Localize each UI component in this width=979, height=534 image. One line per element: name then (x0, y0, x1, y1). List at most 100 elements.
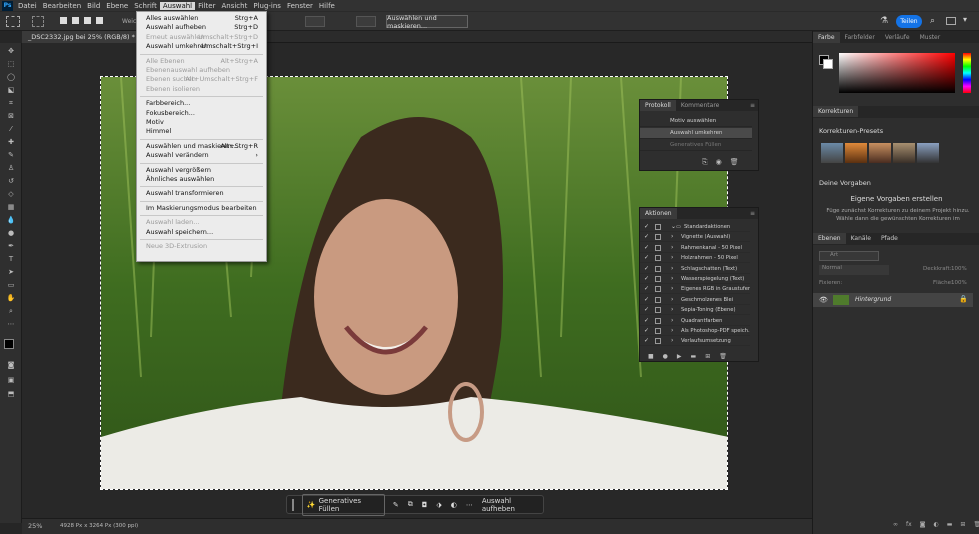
select-and-mask-button[interactable]: Auswählen und maskieren... (386, 14, 468, 30)
preset-thumb[interactable] (917, 143, 939, 163)
blur-icon[interactable]: 💧 (6, 216, 16, 224)
check-icon[interactable]: ✓ (644, 264, 649, 273)
dodge-icon[interactable]: ● (6, 229, 16, 237)
color-field[interactable] (839, 53, 955, 93)
workspace-menu-icon[interactable]: ▾ (963, 15, 967, 24)
trash-icon[interactable]: 🗑 (730, 158, 739, 167)
trash-icon[interactable]: 🗑 (973, 521, 979, 528)
healing-icon[interactable]: ✚ (6, 138, 16, 146)
check-icon[interactable]: ✓ (644, 326, 649, 335)
menu-item[interactable]: Auswählen und maskieren... Alt+Strg+R (146, 142, 260, 151)
tab-ebenen[interactable]: Ebenen (813, 233, 846, 244)
lasso-icon[interactable]: ◯ (6, 73, 16, 81)
history-brush-icon[interactable]: ↺ (6, 177, 16, 185)
eraser-icon[interactable]: ◇ (6, 190, 16, 198)
check-icon[interactable]: ✓ (644, 284, 649, 293)
tab-korrekturen[interactable]: Korrekturen (813, 106, 859, 117)
add-selection-icon[interactable] (72, 17, 79, 24)
menu-plug-ins[interactable]: Plug-ins (250, 2, 284, 10)
menu-item[interactable]: Himmel (146, 127, 260, 136)
preset-thumb[interactable] (821, 143, 843, 163)
workspace-icon[interactable] (946, 17, 956, 25)
dialog-toggle-icon[interactable] (655, 276, 661, 282)
chevron-right-icon[interactable]: › (671, 243, 673, 252)
menu-item[interactable]: Motiv (146, 118, 260, 127)
action-row[interactable]: ✓ › Eigenes RGB in Graustufen (640, 284, 750, 295)
invert-icon[interactable]: ⧉ (408, 500, 413, 509)
search-icon[interactable]: ⌕ (930, 16, 935, 26)
dialog-toggle-icon[interactable] (655, 296, 661, 303)
change-screen-icon[interactable]: ⬒ (6, 390, 16, 398)
fx-icon[interactable]: fx (906, 521, 912, 528)
new-selection-icon[interactable] (60, 17, 67, 24)
generative-fill-button[interactable]: ✨ Generatives Füllen (301, 493, 385, 516)
height-field[interactable] (356, 16, 376, 27)
check-icon[interactable]: ✓ (644, 305, 649, 314)
adjustment-icon[interactable]: ◐ (934, 521, 939, 528)
action-row[interactable]: ✓ › Vignette (Auswahl) (640, 232, 750, 243)
dialog-toggle-icon[interactable] (655, 338, 661, 345)
fill-icon[interactable]: ◐ (451, 501, 457, 509)
history-row[interactable]: Motiv auswählen (640, 116, 752, 127)
document-tab[interactable]: _DSC2332.jpg bei 25% (RGB/8) * × (22, 31, 145, 43)
group-icon[interactable]: ▬ (947, 521, 953, 528)
rectangle-icon[interactable]: ▭ (6, 281, 16, 289)
action-row[interactable]: ✓ › Quadrantfarben (640, 316, 750, 326)
tab-farbe[interactable]: Farbe (813, 31, 840, 43)
menu-item[interactable]: Auswahl verändern › (146, 151, 260, 160)
dialog-toggle-icon[interactable] (655, 244, 661, 251)
preset-thumb[interactable] (845, 143, 867, 163)
new-action-icon[interactable]: ⊞ (705, 353, 710, 360)
snapshot-icon[interactable]: ⎘ (702, 158, 708, 167)
chevron-right-icon[interactable]: › (671, 253, 673, 262)
fill-value[interactable]: 100% (951, 280, 967, 286)
crop-icon[interactable]: ⌗ (6, 99, 16, 107)
preset-thumb[interactable] (869, 143, 891, 163)
marquee-icon[interactable]: ⬚ (6, 60, 16, 68)
mask-add-icon[interactable]: ◙ (920, 521, 926, 528)
menu-item[interactable]: Alles auswählen Strg+A (146, 14, 260, 23)
stop-icon[interactable]: ■ (648, 353, 654, 360)
chevron-right-icon[interactable]: › (671, 305, 673, 314)
object-select-icon[interactable]: ⬕ (6, 86, 16, 94)
action-row[interactable]: ✓ › Rahmenkanal - 50 Pixel (640, 243, 750, 253)
tab-protokoll[interactable]: Protokoll (640, 100, 676, 111)
eye-icon[interactable]: 👁 (819, 296, 828, 304)
eyedropper-icon[interactable]: ⁄ (6, 125, 16, 133)
background-swatch[interactable] (823, 59, 833, 69)
camera-icon[interactable]: ◉ (716, 158, 722, 167)
intersect-selection-icon[interactable] (96, 17, 103, 24)
stamp-icon[interactable]: ♙ (6, 164, 16, 172)
deine-vorgaben-label[interactable]: Deine Vorgaben (813, 179, 871, 187)
menu-auswahl[interactable]: Auswahl (159, 1, 196, 10)
action-row[interactable]: ✓ ⌄ ▭ Standardaktionen (640, 222, 750, 232)
tab-farbfelder[interactable]: Farbfelder (840, 32, 880, 43)
preset-thumb[interactable] (893, 143, 915, 163)
new-set-icon[interactable]: ▬ (691, 353, 697, 360)
dialog-toggle-icon[interactable] (655, 286, 661, 293)
history-row[interactable]: Auswahl umkehren (640, 128, 752, 139)
dialog-toggle-icon[interactable] (655, 265, 661, 272)
panel-menu-icon[interactable]: ≡ (750, 210, 755, 217)
dialog-toggle-icon[interactable] (655, 317, 661, 324)
action-row[interactable]: ✓ › Holzrahmen - 50 Pixel (640, 253, 750, 264)
menu-hilfe[interactable]: Hilfe (316, 2, 338, 10)
mask-icon[interactable]: ◘ (422, 501, 428, 509)
flask-icon[interactable]: ⚗ (880, 16, 888, 26)
action-row[interactable]: ✓ › Als Photoshop-PDF speich... (640, 326, 750, 336)
action-row[interactable]: ✓ › Sepia-Toning (Ebene) (640, 305, 750, 316)
foreground-color-swatch[interactable] (4, 339, 14, 349)
marquee-tool-icon[interactable] (6, 16, 20, 27)
pen-icon[interactable]: ✒ (6, 242, 16, 250)
check-icon[interactable]: ✓ (644, 295, 649, 304)
gradient-icon[interactable]: ▦ (6, 203, 16, 211)
trash-icon[interactable]: 🗑 (719, 353, 727, 360)
transform-icon[interactable]: ⬗ (436, 501, 441, 509)
link-icon[interactable]: ∞ (893, 521, 898, 528)
chevron-right-icon[interactable]: › (671, 326, 673, 335)
menu-item[interactable]: Fokusbereich... (146, 109, 260, 118)
more-tools-icon[interactable]: ⋯ (6, 320, 16, 328)
action-row[interactable]: ✓ › Schlagschatten (Text) (640, 264, 750, 274)
menu-item[interactable]: Auswahl vergrößern (146, 166, 260, 175)
action-row[interactable]: ✓ › Verlaufsumsetzung (640, 336, 750, 347)
